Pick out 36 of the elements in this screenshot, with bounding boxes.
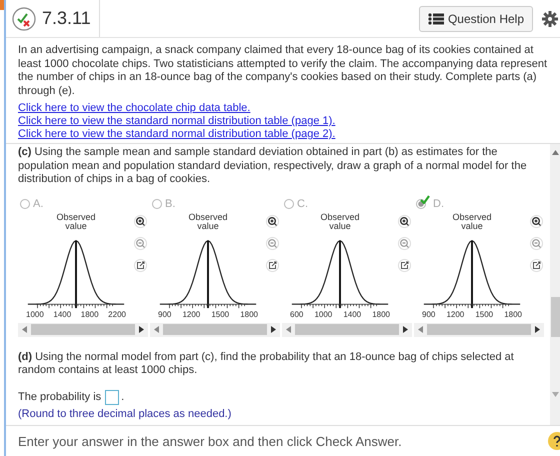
link[interactable]: Click here to view the standard normal distribution table (page 2). bbox=[18, 128, 336, 141]
question-text: (d) Using the normal model from part (c), find the probability that an 18-ounce bag of chips selected at random contains at least 1000 chips. bbox=[18, 350, 515, 378]
axis-caption: Observed value bbox=[319, 212, 361, 230]
axis-label: 1400 bbox=[53, 310, 72, 318]
axis-label: 900 bbox=[422, 310, 436, 318]
axis-label: 1200 bbox=[446, 310, 464, 318]
question-text: (c) Using the sample mean and sample standard deviation obtained in part (b) as estimates for the population mean and population standard deviation, respectively, draw a graph of a normal model for the distribution of chips in a bag of cookies. bbox=[18, 146, 528, 186]
axis-label: 1200 bbox=[182, 310, 200, 318]
axis-label: 1400 bbox=[343, 310, 362, 318]
problem-text: In an advertising campaign, a snack company claimed that every 18-ounce bag of its cookies contained at least 1000 chocolate chips. Two statisticians attempted to verify the claim. The accompanying data represent the number of chips in an 18-ounce bag of the company's cookies based on their study. Complete parts (a) through (e). bbox=[18, 44, 548, 98]
axis-label: 1000 bbox=[314, 310, 332, 318]
axis-label: 1800 bbox=[240, 310, 258, 318]
question-help-button[interactable]: Question Help bbox=[418, 6, 533, 32]
axis-label: 1000 bbox=[26, 310, 44, 318]
axis-caption: Observed value bbox=[187, 212, 229, 230]
axis-label: 2200 bbox=[108, 310, 126, 318]
link[interactable]: Click here to view the standard normal distribution table (page 1). bbox=[18, 115, 336, 128]
option-label: C. bbox=[297, 198, 308, 210]
option-label: A. bbox=[33, 198, 44, 210]
hint-text: (Round to three decimal places as needed.) bbox=[18, 408, 232, 420]
axis-label: 1800 bbox=[504, 310, 522, 318]
axis-caption: Observed value bbox=[451, 212, 493, 230]
axis-label: 600 bbox=[290, 310, 304, 318]
option-label: D. bbox=[433, 198, 444, 210]
answer-label: The probability is bbox=[18, 391, 102, 403]
axis-label: 1800 bbox=[372, 310, 390, 318]
axis-label: 1500 bbox=[475, 310, 494, 318]
axis-label: 1800 bbox=[80, 310, 99, 318]
option-label: B. bbox=[165, 198, 176, 210]
period-text: . bbox=[121, 391, 124, 403]
axis-caption: Observed value bbox=[55, 212, 97, 230]
instruction-text: Enter your answer in the answer box and then click Check Answer. bbox=[18, 434, 403, 448]
question-number: 7.3.11 bbox=[42, 0, 100, 37]
axis-label: 1500 bbox=[211, 310, 230, 318]
axis-label: 900 bbox=[158, 310, 172, 318]
link[interactable]: Click here to view the chocolate chip data table. bbox=[18, 102, 250, 115]
